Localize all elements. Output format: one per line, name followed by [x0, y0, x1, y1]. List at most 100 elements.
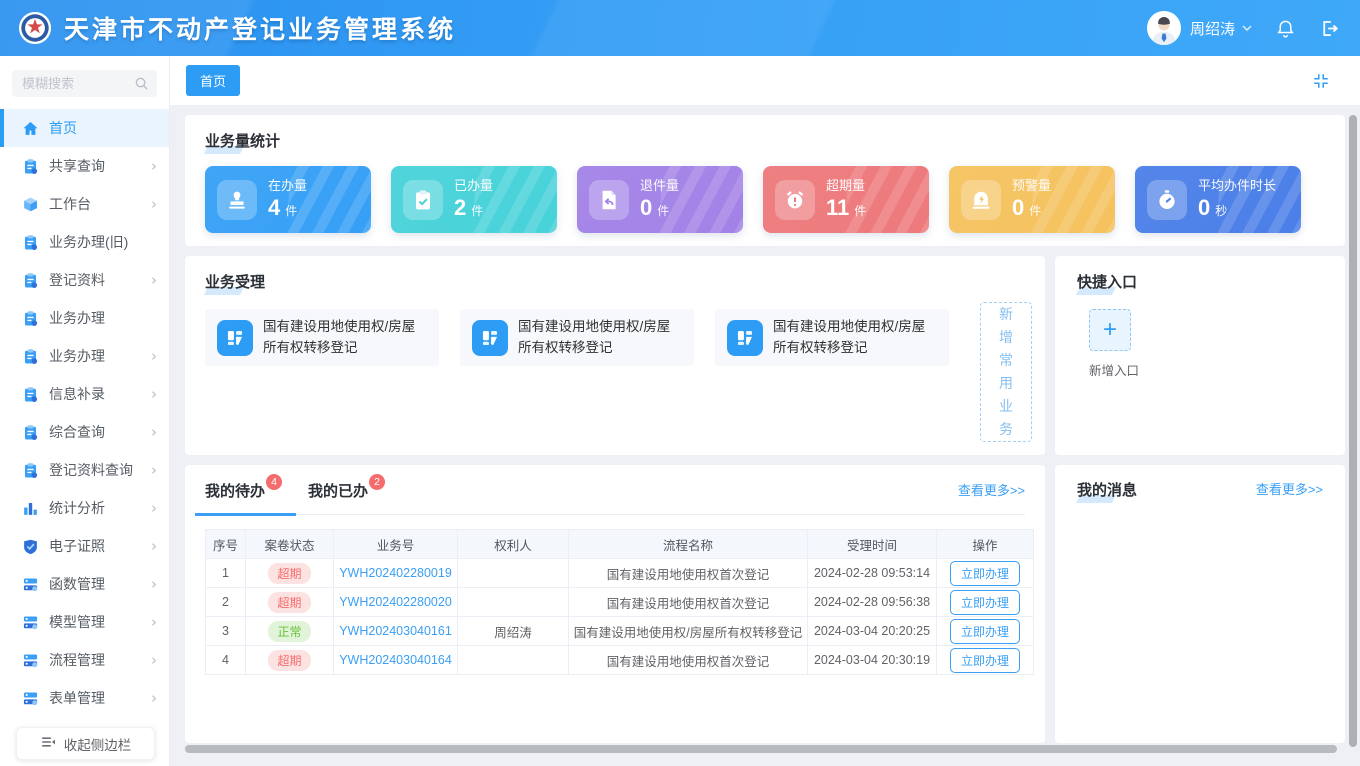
- accept-time-cell: 2024-03-04 20:30:19: [808, 646, 937, 675]
- quick-entry-title: 快捷入口: [1077, 271, 1137, 292]
- handle-now-button[interactable]: 立即办理: [950, 619, 1020, 644]
- chevron-right-icon: ›: [151, 273, 157, 288]
- fullscreen-toggle-icon[interactable]: [1312, 72, 1330, 90]
- todo-view-more-link[interactable]: 查看更多>>: [958, 480, 1025, 499]
- sidebar-item-16[interactable]: 表单管理›: [0, 679, 169, 717]
- todo-tab-2[interactable]: 我的已办2: [308, 480, 385, 501]
- clipboard-icon: [22, 158, 39, 175]
- business-card-3[interactable]: 国有建设用地使用权/房屋所有权转移登记: [715, 309, 949, 366]
- certificate-icon: [22, 538, 39, 555]
- cube-icon: [22, 196, 39, 213]
- sidebar-item-label: 登记资料: [49, 270, 151, 290]
- stat-card-2[interactable]: 已办量2件: [391, 166, 557, 233]
- stat-label: 退件量: [640, 178, 679, 194]
- server-icon: [22, 614, 39, 631]
- horizontal-scrollbar[interactable]: [185, 745, 1337, 753]
- acceptance-panel-title: 业务受理: [205, 271, 265, 292]
- sidebar-item-12[interactable]: 电子证照›: [0, 527, 169, 565]
- business-number-link[interactable]: YWH202403040161: [339, 624, 452, 638]
- user-menu[interactable]: 周绍涛: [1147, 11, 1252, 45]
- add-common-business-button[interactable]: 新增常用业务: [980, 302, 1032, 442]
- stat-card-1[interactable]: 在办量4件: [205, 166, 371, 233]
- handle-now-button[interactable]: 立即办理: [950, 561, 1020, 586]
- business-number-link[interactable]: YWH202403040164: [339, 653, 452, 667]
- stat-value: 0秒: [1198, 194, 1276, 222]
- sidebar-item-label: 模型管理: [49, 612, 151, 632]
- sidebar-item-label: 流程管理: [49, 650, 151, 670]
- sidebar-item-9[interactable]: 综合查询›: [0, 413, 169, 451]
- sidebar-item-10[interactable]: 登记资料查询›: [0, 451, 169, 489]
- stopwatch-icon: [1147, 180, 1187, 220]
- todo-tab-1[interactable]: 我的待办4: [205, 480, 282, 501]
- messages-view-more-link[interactable]: 查看更多>>: [1256, 479, 1323, 498]
- notification-bell-icon[interactable]: [1274, 17, 1296, 39]
- handle-now-button[interactable]: 立即办理: [950, 590, 1020, 615]
- row-index: 3: [206, 617, 246, 646]
- biz-type-icon: [217, 320, 253, 356]
- sidebar-item-14[interactable]: 模型管理›: [0, 603, 169, 641]
- flow-name-cell: 国有建设用地使用权/房屋所有权转移登记: [569, 617, 808, 646]
- handle-now-button[interactable]: 立即办理: [950, 648, 1020, 673]
- sidebar-item-label: 信息补录: [49, 384, 151, 404]
- chevron-right-icon: ›: [151, 577, 157, 592]
- app-logo-icon: [18, 11, 52, 45]
- server-icon: [22, 576, 39, 593]
- column-header: 流程名称: [569, 530, 808, 559]
- clipboard-icon: [22, 310, 39, 327]
- chart-icon: [22, 500, 39, 517]
- vertical-scrollbar[interactable]: [1349, 115, 1357, 747]
- sidebar-item-8[interactable]: 信息补录›: [0, 375, 169, 413]
- column-header: 操作: [937, 530, 1034, 559]
- stat-unit: 件: [1029, 204, 1041, 218]
- tab-bar: 首页: [170, 56, 1360, 105]
- business-number-link[interactable]: YWH202402280020: [339, 595, 452, 609]
- sidebar-item-4[interactable]: 业务办理(旧): [0, 223, 169, 261]
- stat-card-6[interactable]: 平均办件时长0秒: [1135, 166, 1301, 233]
- acceptance-panel: 业务受理 国有建设用地使用权/房屋所有权转移登记国有建设用地使用权/房屋所有权转…: [185, 256, 1045, 455]
- holder-cell: [458, 588, 569, 617]
- sidebar-item-2[interactable]: 共享查询›: [0, 147, 169, 185]
- sidebar-item-15[interactable]: 流程管理›: [0, 641, 169, 679]
- add-entry-label: 新增入口: [1089, 360, 1131, 379]
- stat-label: 平均办件时长: [1198, 178, 1276, 194]
- sidebar-item-5[interactable]: 登记资料›: [0, 261, 169, 299]
- business-name: 国有建设用地使用权/房屋所有权转移登记: [773, 317, 937, 358]
- sidebar-item-11[interactable]: 统计分析›: [0, 489, 169, 527]
- business-number-link[interactable]: YWH202402280019: [339, 566, 452, 580]
- business-card-1[interactable]: 国有建设用地使用权/房屋所有权转移登记: [205, 309, 439, 366]
- chevron-right-icon: ›: [151, 463, 157, 478]
- doc-return-icon: [589, 180, 629, 220]
- stat-value: 2件: [454, 194, 493, 222]
- stat-label: 在办量: [268, 178, 307, 194]
- column-header: 受理时间: [808, 530, 937, 559]
- sidebar-item-6[interactable]: 业务办理: [0, 299, 169, 337]
- sidebar-item-3[interactable]: 工作台›: [0, 185, 169, 223]
- stat-card-5[interactable]: 预警量0件: [949, 166, 1115, 233]
- tab-home[interactable]: 首页: [186, 65, 240, 96]
- sidebar-item-label: 共享查询: [49, 156, 151, 176]
- stat-card-4[interactable]: 超期量11件: [763, 166, 929, 233]
- sidebar-item-13[interactable]: 函数管理›: [0, 565, 169, 603]
- status-badge: 超期: [268, 650, 310, 671]
- stat-value: 0件: [1012, 194, 1051, 222]
- clipboard-icon: [22, 234, 39, 251]
- collapse-sidebar-button[interactable]: 收起侧边栏: [16, 727, 155, 760]
- stat-unit: 秒: [1215, 204, 1227, 218]
- sidebar-item-1[interactable]: 首页: [0, 109, 169, 147]
- chevron-right-icon: ›: [151, 387, 157, 402]
- add-entry-button[interactable]: +: [1089, 309, 1131, 351]
- stat-value: 0件: [640, 194, 679, 222]
- table-row: 3正常YWH202403040161周绍涛国有建设用地使用权/房屋所有权转移登记…: [206, 617, 1034, 646]
- chevron-right-icon: ›: [151, 691, 157, 706]
- stat-value: 4件: [268, 194, 307, 222]
- app-title: 天津市不动产登记业务管理系统: [64, 10, 456, 46]
- logout-icon[interactable]: [1318, 17, 1340, 39]
- sidebar-item-label: 综合查询: [49, 422, 151, 442]
- holder-cell: [458, 559, 569, 588]
- stat-card-3[interactable]: 退件量0件: [577, 166, 743, 233]
- sidebar-item-7[interactable]: 业务办理›: [0, 337, 169, 375]
- table-row: 4超期YWH202403040164国有建设用地使用权首次登记2024-03-0…: [206, 646, 1034, 675]
- business-card-2[interactable]: 国有建设用地使用权/房屋所有权转移登记: [460, 309, 694, 366]
- accept-time-cell: 2024-02-28 09:53:14: [808, 559, 937, 588]
- sidebar: 首页共享查询›工作台›业务办理(旧)登记资料›业务办理业务办理›信息补录›综合查…: [0, 56, 170, 766]
